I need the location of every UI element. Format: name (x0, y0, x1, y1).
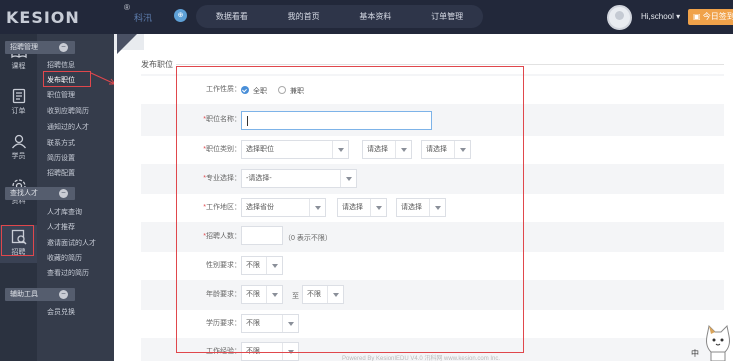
submenu-item[interactable]: 邀请面试的人才 (47, 238, 96, 248)
group-title: 招聘管理 (10, 44, 38, 51)
submenu-item[interactable]: 人才库查询 (47, 207, 82, 217)
submenu-group-recruit-manage[interactable]: 招聘管理 − (5, 41, 75, 54)
collapse-icon[interactable]: − (59, 290, 68, 299)
submenu-post-job-highlight (43, 71, 91, 87)
order-icon (12, 88, 25, 104)
avatar[interactable] (607, 5, 632, 30)
submenu-item[interactable]: 简历设置 (47, 153, 75, 163)
page-title: 发布职位 (141, 60, 173, 69)
logo: KESION (6, 8, 80, 27)
submenu-item[interactable]: 招聘配置 (47, 168, 75, 178)
rail-label-students: 学员 (11, 153, 26, 160)
submenu-item[interactable]: 收到应聘简历 (47, 106, 89, 116)
rail-label-courses: 课程 (11, 63, 26, 70)
title-divider (176, 64, 724, 65)
submenu-item[interactable]: 人才推荐 (47, 222, 75, 232)
collapse-icon[interactable]: − (59, 189, 68, 198)
rail-item-students[interactable]: 学员 (0, 130, 37, 168)
user-icon (11, 134, 26, 149)
nav-item-profile[interactable]: 基本资料 (340, 11, 412, 22)
nav-item-home[interactable]: 我的首页 (268, 11, 340, 22)
checkin-button[interactable]: ▣ 今日签到 (688, 9, 733, 25)
submenu-item[interactable]: 会员兑换 (47, 307, 75, 317)
rail-item-orders[interactable]: 订单 (0, 84, 37, 122)
nav-item-data[interactable]: 数据看看 (196, 11, 268, 22)
username-menu[interactable]: Hi,school ▾ (641, 12, 680, 21)
footer-text: Powered By KesionIEDU V4.0 汛科网 www.kesio… (342, 356, 501, 361)
submenu-item[interactable]: 收藏的简历 (47, 253, 82, 263)
group-title: 查找人才 (10, 190, 38, 197)
sidebar-fold-toggle[interactable] (117, 34, 137, 54)
rail-label-orders: 订单 (11, 108, 26, 115)
submenu-item[interactable]: 通知过的人才 (47, 122, 89, 132)
submenu-item[interactable]: 联系方式 (47, 138, 75, 148)
home-globe-icon[interactable]: ⊕ (174, 9, 187, 22)
language-toggle[interactable]: 中 (691, 348, 699, 359)
submenu-item[interactable]: 招聘信息 (47, 60, 75, 70)
top-nav: 数据看看 我的首页 基本资料 订单管理 (196, 5, 483, 28)
collapse-icon[interactable]: − (59, 43, 68, 52)
top-bar: KESION ® 科汛 ⊕ 数据看看 我的首页 基本资料 订单管理 Hi,sch… (0, 0, 733, 34)
submenu-group-find-talent[interactable]: 查找人才 − (5, 187, 75, 200)
submenu-item[interactable]: 职位管理 (47, 90, 75, 100)
username-label: Hi,school (641, 12, 674, 21)
checkin-button-label: 今日签到 (702, 12, 733, 21)
submenu-group-tools[interactable]: 辅助工具 − (5, 288, 75, 301)
rail-recruit-highlight (1, 225, 34, 256)
nav-item-orders[interactable]: 订单管理 (411, 11, 483, 22)
form-annotation-box (176, 66, 524, 353)
logo-subtitle: 科汛 (134, 13, 153, 23)
group-title: 辅助工具 (10, 291, 38, 298)
submenu-item[interactable]: 查看过的简历 (47, 268, 89, 278)
logo-registered-mark: ® (124, 3, 130, 12)
mascot-cat-icon[interactable] (703, 322, 733, 361)
